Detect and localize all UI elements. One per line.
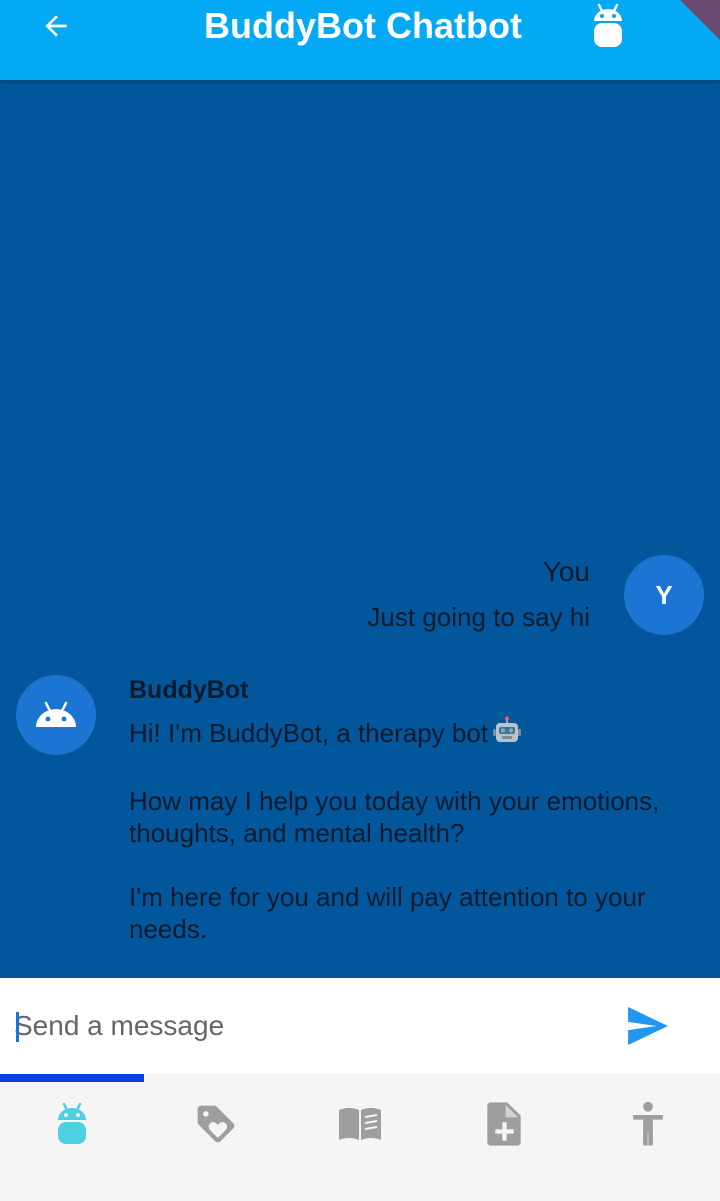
send-button[interactable] (624, 1004, 672, 1048)
book-icon (339, 1108, 381, 1140)
send-icon (628, 1007, 668, 1045)
avatar-letter: Y (655, 579, 673, 610)
message-composer (0, 978, 720, 1074)
message-text: Hi! I'm BuddyBot, a therapy bot How may … (129, 716, 709, 945)
message-paragraph: I'm here for you and will pay attention … (129, 882, 646, 944)
nav-item-notes[interactable] (474, 1096, 534, 1152)
nav-item-chatbot[interactable] (42, 1096, 102, 1152)
message-input[interactable] (14, 1000, 594, 1052)
android-icon (594, 3, 622, 47)
nav-item-journal[interactable] (330, 1096, 390, 1152)
message-paragraph: Hi! I'm BuddyBot, a therapy bot (129, 718, 489, 748)
progress-bar (0, 1074, 720, 1082)
chat-area[interactable]: You Just going to say hi Y BuddyBot Hi! … (0, 80, 720, 978)
bot-avatar (16, 675, 96, 755)
app-bar: BuddyBot Chatbot (0, 0, 720, 80)
message-paragraph: How may I help you today with your emoti… (129, 786, 660, 848)
nav-item-accessibility[interactable] (618, 1096, 678, 1152)
message-sender: BuddyBot (129, 676, 249, 704)
robot-face-icon (492, 716, 522, 753)
nav-item-tags[interactable] (186, 1096, 246, 1152)
text-cursor (16, 1012, 19, 1042)
bot-button[interactable] (588, 2, 628, 50)
android-icon (58, 1102, 86, 1144)
message-text: Just going to say hi (367, 602, 590, 632)
progress-fill (0, 1074, 144, 1082)
android-icon (36, 701, 76, 727)
debug-banner (680, 0, 720, 40)
message-sender: You (542, 556, 590, 587)
note-add-icon (487, 1102, 521, 1146)
user-avatar: Y (624, 555, 704, 635)
bottom-navigation (0, 1082, 720, 1201)
accessibility-icon (633, 1101, 663, 1146)
tag-heart-icon (197, 1105, 235, 1143)
